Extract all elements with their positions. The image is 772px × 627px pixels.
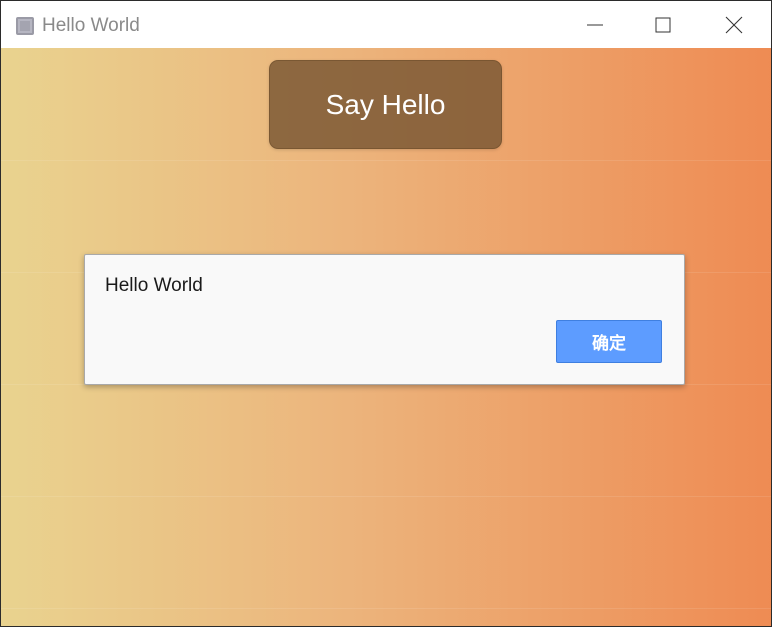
background-stripe [1,160,771,161]
close-icon [725,16,743,33]
app-window: Hello World Say Hello Hello World 确定 [0,0,772,627]
dialog-message: Hello World [105,275,203,296]
minimize-button[interactable] [563,1,627,48]
title-bar[interactable]: Hello World [1,1,771,48]
alert-dialog: Hello World 确定 [84,254,685,385]
minimize-icon [587,24,603,25]
say-hello-button[interactable]: Say Hello [269,60,502,149]
window-title: Hello World [42,15,140,36]
main-content: Say Hello Hello World 确定 [1,48,771,626]
background-stripe [1,496,771,497]
maximize-icon [655,17,671,32]
close-button[interactable] [702,1,766,48]
window-app-icon [16,17,34,35]
confirm-button[interactable]: 确定 [556,320,662,363]
background-stripe [1,608,771,609]
maximize-button[interactable] [631,1,695,48]
